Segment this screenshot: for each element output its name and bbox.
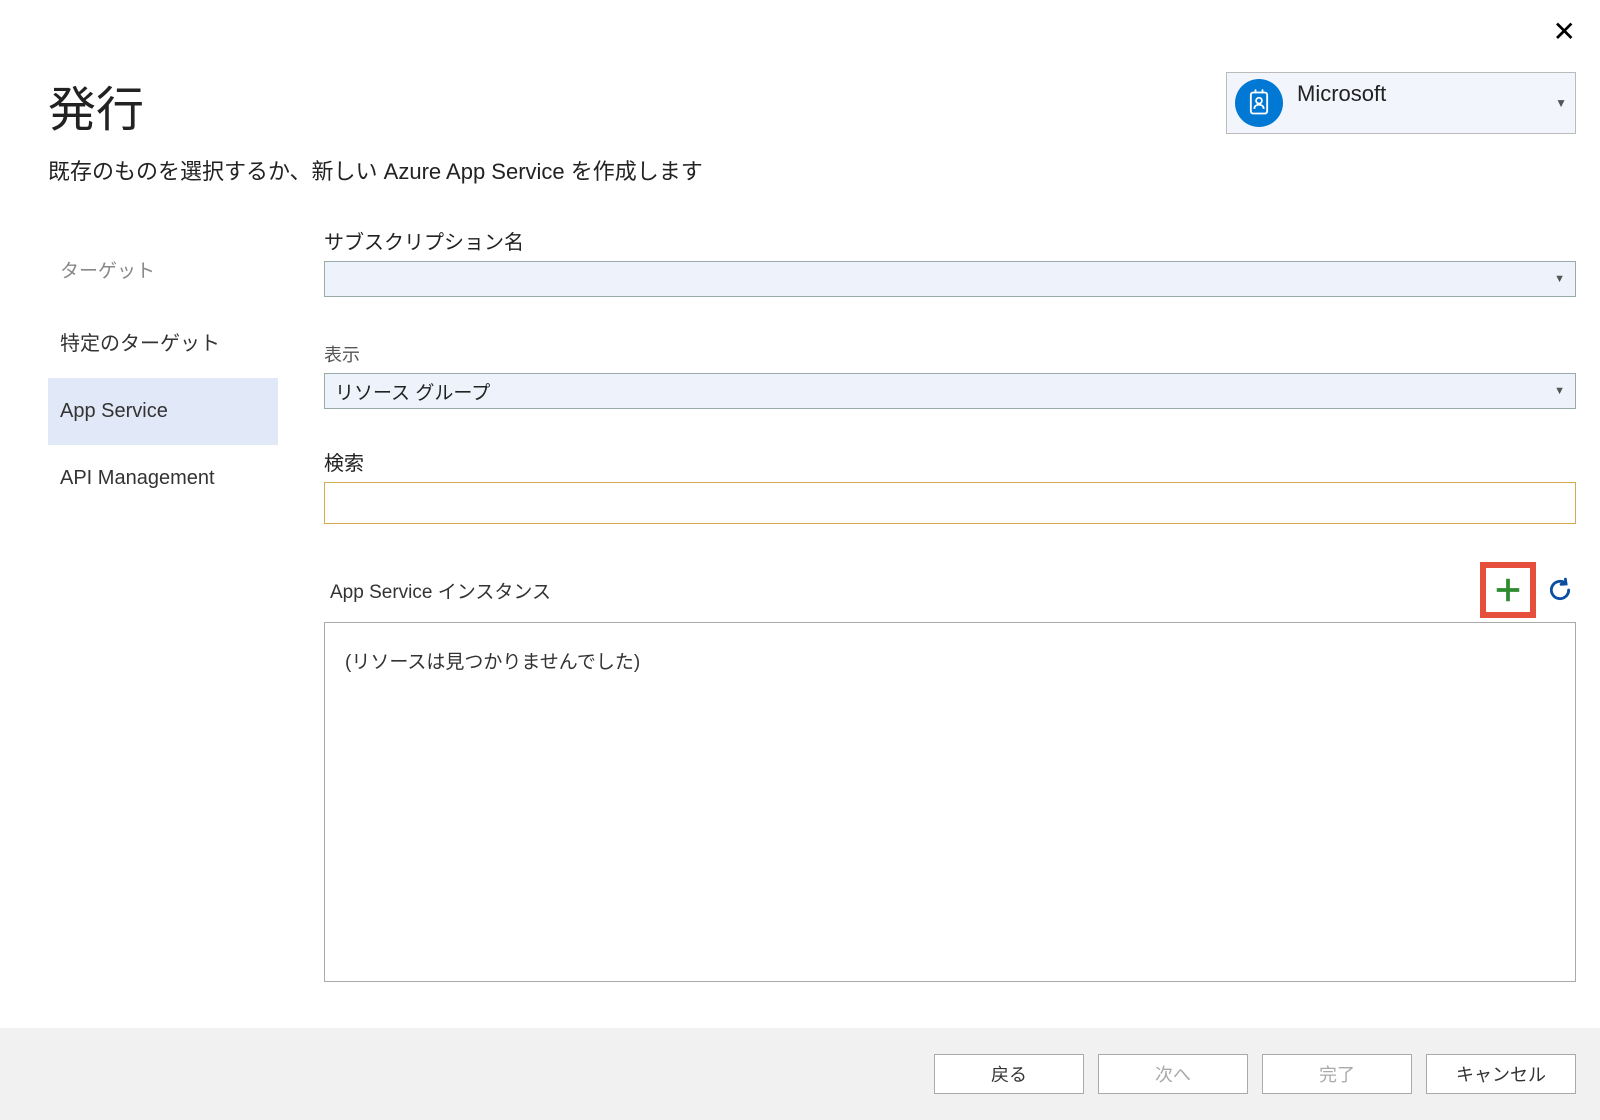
refresh-button[interactable] (1544, 574, 1576, 606)
sidebar-item-app-service[interactable]: App Service (48, 378, 278, 445)
next-button: 次へ (1098, 1054, 1248, 1094)
chevron-down-icon: ▼ (1554, 273, 1565, 285)
sidebar-item-label: 特定のターゲット (60, 333, 220, 355)
footer: 戻る 次へ 完了 キャンセル (0, 1028, 1600, 1120)
sidebar-item-label: ターゲット (60, 261, 155, 282)
account-selector[interactable]: Microsoft ▼ (1226, 72, 1576, 134)
no-resources-text: (リソースは見つかりませんでした) (345, 647, 1555, 674)
view-label: 表示 (324, 341, 1576, 367)
subscription-label: サブスクリプション名 (324, 226, 1576, 255)
sidebar-item-target[interactable]: ターゲット (48, 234, 278, 305)
search-label: 検索 (324, 447, 1576, 476)
sidebar-item-label: API Management (60, 467, 215, 489)
search-input[interactable] (324, 482, 1576, 524)
view-dropdown[interactable]: リソース グループ ▼ (324, 373, 1576, 409)
view-value: リソース グループ (335, 378, 490, 405)
account-name: Microsoft (1297, 79, 1549, 107)
subscription-dropdown[interactable]: ▼ (324, 261, 1576, 297)
instances-list[interactable]: (リソースは見つかりませんでした) (324, 622, 1576, 982)
sidebar-item-label: App Service (60, 400, 168, 422)
finish-button: 完了 (1262, 1054, 1412, 1094)
chevron-down-icon: ▼ (1554, 385, 1565, 397)
account-badge-icon (1235, 79, 1283, 127)
cancel-button[interactable]: キャンセル (1426, 1054, 1576, 1094)
add-instance-highlight (1480, 562, 1536, 618)
chevron-down-icon: ▼ (1555, 96, 1567, 110)
add-instance-button[interactable] (1486, 568, 1530, 612)
instances-label: App Service インスタンス (324, 577, 1480, 604)
page-subtitle: 既存のものを選択するか、新しい Azure App Service を作成します (48, 154, 1552, 186)
sidebar-item-api-management[interactable]: API Management (48, 445, 278, 512)
sidebar-item-specific-target[interactable]: 特定のターゲット (48, 305, 278, 378)
sidebar: ターゲット 特定のターゲット App Service API Managemen… (48, 226, 278, 1028)
back-button[interactable]: 戻る (934, 1054, 1084, 1094)
